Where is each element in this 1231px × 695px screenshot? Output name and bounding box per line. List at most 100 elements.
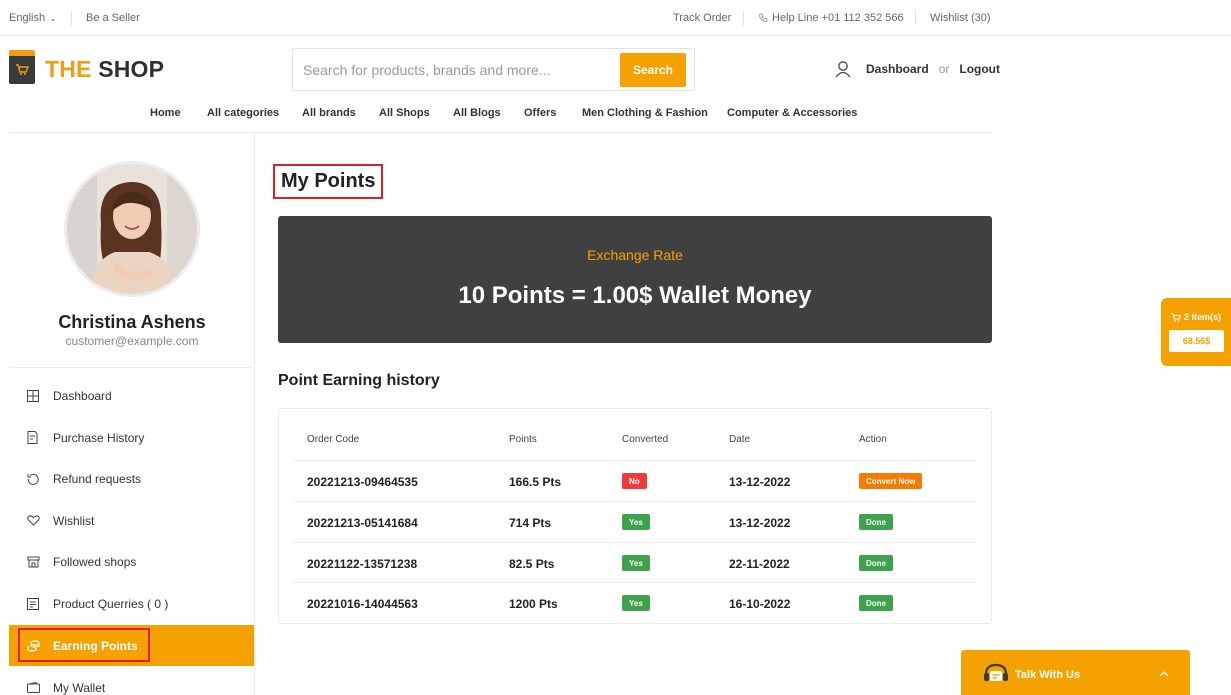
- points-value: 166.5 Pts: [509, 475, 562, 489]
- sidebar-item-label: Purchase History: [53, 430, 145, 445]
- nav-offers[interactable]: Offers: [524, 107, 556, 119]
- divider: [743, 10, 744, 26]
- highlight-outline: [18, 628, 150, 662]
- divider: [71, 10, 72, 26]
- date-value: 22-11-2022: [729, 557, 790, 571]
- nav-all-shops[interactable]: All Shops: [379, 107, 430, 119]
- sidebar-item-my-wallet[interactable]: My Wallet: [9, 667, 254, 695]
- date-value: 13-12-2022: [729, 516, 791, 530]
- order-code: 20221213-05141684: [307, 516, 418, 530]
- sidebar-item-product-queries[interactable]: Product Querries ( 0 ): [9, 583, 254, 624]
- exchange-rate-label: Exchange Rate: [587, 247, 683, 263]
- site-logo[interactable]: THE SHOP: [9, 50, 164, 84]
- dashboard-icon: [26, 389, 40, 403]
- date-value: 16-10-2022: [729, 597, 791, 611]
- order-code: 20221213-09464535: [307, 475, 418, 489]
- chat-support-icon: [984, 663, 1008, 681]
- cart-icon: [16, 64, 29, 75]
- talk-with-us-widget[interactable]: Talk With Us: [961, 650, 1190, 695]
- cart-items-text: 2 item(s): [1184, 312, 1222, 322]
- language-selector[interactable]: English ⌄: [9, 12, 57, 24]
- talk-with-us-label: Talk With Us: [1015, 669, 1081, 681]
- column-header-order-code: Order Code: [307, 434, 360, 445]
- table-row: 20221122-13571238 82.5 Pts Yes 22-11-202…: [293, 542, 977, 583]
- search-button[interactable]: Search: [620, 53, 686, 87]
- points-value: 1200 Pts: [509, 597, 558, 611]
- converted-badge: Yes: [622, 555, 650, 571]
- purchase-history-icon: [26, 431, 40, 445]
- main-nav: Home All categories All brands All Shops…: [9, 104, 992, 133]
- wishlist-link[interactable]: Wishlist (30): [930, 12, 991, 24]
- sidebar-item-label: Followed shops: [53, 554, 137, 569]
- profile-name: Christina Ashens: [58, 312, 206, 332]
- sidebar-item-label: Refund requests: [53, 471, 142, 486]
- heart-icon: [26, 514, 40, 528]
- helpline[interactable]: Help Line +01 112 352 566: [758, 12, 904, 24]
- table-row: 20221016-14044563 1200 Pts Yes 16-10-202…: [293, 582, 977, 623]
- cart-amount: 68.56$: [1169, 330, 1224, 352]
- nav-all-blogs[interactable]: All Blogs: [453, 107, 501, 119]
- nav-all-brands[interactable]: All brands: [302, 107, 356, 119]
- sidebar-item-label: Wishlist: [53, 513, 95, 528]
- nav-men-clothing[interactable]: Men Clothing & Fashion: [582, 107, 708, 119]
- floating-cart[interactable]: 2 item(s) 68.56$: [1161, 298, 1231, 366]
- table-row: 20221213-05141684 714 Pts Yes 13-12-2022…: [293, 501, 977, 542]
- account-links: Dashboard or Logout: [834, 60, 1000, 78]
- column-header-points: Points: [509, 434, 537, 445]
- converted-badge: No: [622, 473, 647, 489]
- search-input[interactable]: [303, 59, 613, 81]
- profile-email: customer@example.com: [65, 334, 199, 348]
- order-code: 20221016-14044563: [307, 597, 418, 611]
- sidebar-item-followed-shops[interactable]: Followed shops: [9, 541, 254, 582]
- refund-icon: [26, 472, 40, 486]
- done-badge: Done: [859, 514, 893, 530]
- logo-shop: SHOP: [98, 55, 165, 82]
- chevron-up-icon[interactable]: [1159, 671, 1169, 677]
- exchange-rate-card: Exchange Rate 10 Points = 1.00$ Wallet M…: [278, 216, 992, 343]
- chevron-down-icon: ⌄: [49, 12, 57, 23]
- converted-badge: Yes: [622, 595, 650, 611]
- cart-icon: [1171, 313, 1181, 322]
- query-icon: [26, 597, 40, 611]
- dashboard-link[interactable]: Dashboard: [866, 62, 929, 76]
- nav-all-categories[interactable]: All categories: [207, 107, 279, 119]
- page-title: My Points: [273, 164, 384, 199]
- order-code: 20221122-13571238: [307, 557, 418, 571]
- points-history-table: Order Code Points Converted Date Action …: [278, 408, 992, 624]
- nav-home[interactable]: Home: [150, 107, 181, 119]
- logo-the: THE: [45, 55, 92, 82]
- points-value: 82.5 Pts: [509, 557, 555, 571]
- language-label: English: [9, 12, 46, 24]
- logo-badge: [9, 50, 35, 84]
- or-text: or: [938, 62, 950, 76]
- nav-computer-accessories[interactable]: Computer & Accessories: [727, 107, 857, 119]
- search-bar: Search: [292, 48, 695, 91]
- sidebar-item-earning-points[interactable]: Earning Points: [9, 625, 254, 666]
- sidebar-item-label: My Wallet: [53, 680, 106, 695]
- sidebar-item-purchase-history[interactable]: Purchase History: [9, 417, 254, 458]
- column-header-date: Date: [729, 434, 751, 445]
- history-title: Point Earning history: [278, 372, 440, 389]
- points-value: 714 Pts: [509, 516, 552, 530]
- sidebar-item-wishlist[interactable]: Wishlist: [9, 500, 254, 541]
- logo-text: THE SHOP: [45, 56, 164, 83]
- user-icon: [835, 61, 851, 78]
- logout-link[interactable]: Logout: [959, 62, 1000, 76]
- sidebar-item-dashboard[interactable]: Dashboard: [9, 375, 254, 416]
- shop-icon: [26, 555, 40, 569]
- top-bar: English ⌄ Be a Seller Track Order Help L…: [0, 0, 1231, 36]
- convert-now-button[interactable]: Convert Now: [859, 473, 923, 489]
- cart-item-count: 2 item(s): [1171, 312, 1221, 322]
- done-badge: Done: [859, 595, 893, 611]
- sidebar-item-refund-requests[interactable]: Refund requests: [9, 458, 254, 499]
- divider: [915, 10, 916, 26]
- avatar: [64, 161, 200, 297]
- track-order-link[interactable]: Track Order: [673, 12, 731, 24]
- sidebar: Christina Ashens customer@example.com Da…: [9, 133, 255, 695]
- column-header-action: Action: [859, 434, 887, 445]
- table-row: 20221213-09464535 166.5 Pts No 13-12-202…: [293, 460, 977, 501]
- divider: [9, 367, 255, 368]
- phone-icon: [759, 13, 768, 22]
- wallet-icon: [26, 681, 40, 695]
- be-seller-link[interactable]: Be a Seller: [86, 12, 140, 24]
